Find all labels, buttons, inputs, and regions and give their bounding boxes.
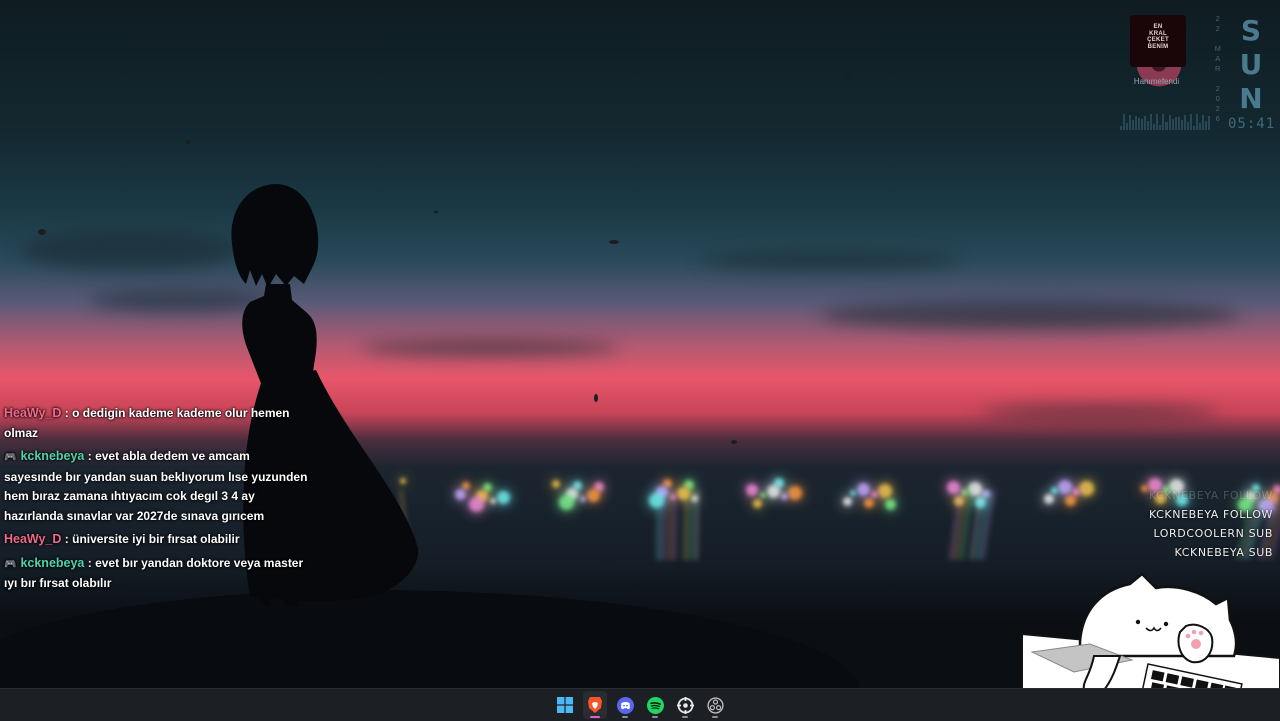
date-display: 22 MAR 2026 bbox=[1213, 14, 1223, 124]
visualizer-bar bbox=[1138, 117, 1141, 130]
date-char: 2 bbox=[1215, 104, 1221, 113]
album-text-line: BENİM bbox=[1147, 43, 1169, 50]
date-char: 2 bbox=[1215, 24, 1221, 33]
visualizer-bar bbox=[1141, 118, 1144, 130]
visualizer-bar bbox=[1126, 122, 1129, 130]
chat-text: üniversite iyi bir fırsat olabilir bbox=[72, 532, 240, 546]
alert-entry: LORDCOOLERN SUB bbox=[1153, 527, 1273, 540]
obs-taskbar-button[interactable] bbox=[703, 691, 727, 719]
alert-entry: KCKNEBEYA FOLLOW bbox=[1148, 489, 1273, 502]
visualizer-bar bbox=[1129, 114, 1132, 130]
alert-entry: KCKNEBEYA FOLLOW bbox=[1148, 508, 1273, 521]
album-cover-text: EN KRAL ÇEKET BENİM bbox=[1140, 24, 1176, 50]
running-indicator bbox=[590, 716, 600, 718]
chat-separator: : bbox=[84, 555, 96, 570]
date-char: 2 bbox=[1215, 14, 1221, 23]
alert-entry: KCKNEBEYA SUB bbox=[1174, 546, 1273, 559]
visualizer-bar bbox=[1120, 126, 1123, 130]
chat-username: kcknebeya bbox=[20, 449, 85, 463]
running-indicator bbox=[682, 716, 688, 718]
visualizer-bar bbox=[1192, 125, 1195, 130]
visualizer-bar bbox=[1135, 116, 1138, 130]
taskbar-pinned-apps bbox=[553, 689, 727, 721]
obs-icon bbox=[706, 696, 724, 714]
visualizer-bar bbox=[1144, 115, 1147, 130]
discord-taskbar-button[interactable] bbox=[613, 691, 637, 719]
steam-icon bbox=[676, 696, 694, 714]
visualizer-bar bbox=[1204, 120, 1207, 130]
chat-username: HeaWy_D bbox=[4, 532, 62, 546]
chat-message: 🎮 kcknebeya : evet bır yandan doktore vey… bbox=[4, 554, 309, 594]
visualizer-bar bbox=[1207, 116, 1210, 130]
clock-time: 05:41 bbox=[1228, 116, 1276, 132]
visualizer-bar bbox=[1198, 123, 1201, 130]
album-cover[interactable]: EN KRAL ÇEKET BENİM bbox=[1130, 15, 1186, 67]
weekday-char: U bbox=[1239, 48, 1263, 81]
stream-alerts: KCKNEBEYA FOLLOW KCKNEBEYA FOLLOW LORDCOOL… bbox=[1149, 486, 1273, 562]
date-char bbox=[1213, 74, 1223, 84]
taskbar bbox=[0, 688, 1280, 721]
chat-separator: : bbox=[84, 449, 96, 463]
running-indicator bbox=[712, 716, 718, 718]
chat-message: 🎮 kcknebeya : evet abla dedem ve amcam sa… bbox=[4, 447, 309, 526]
date-char: M bbox=[1214, 44, 1222, 53]
chat-separator: : bbox=[61, 532, 73, 546]
date-char: R bbox=[1215, 64, 1221, 73]
gamepad-badge-icon: 🎮 bbox=[4, 452, 17, 463]
visualizer-bar bbox=[1156, 114, 1159, 130]
chat-separator: : bbox=[61, 406, 73, 420]
chat-message: HeaWy_D : o dedigin kademe kademe olur h… bbox=[4, 404, 309, 443]
visualizer-bar bbox=[1189, 114, 1192, 130]
visualizer-bar bbox=[1168, 115, 1171, 130]
discord-icon bbox=[616, 696, 634, 714]
artist-name: Hanımefendi bbox=[1133, 77, 1180, 86]
audio-visualizer bbox=[1120, 112, 1210, 130]
visualizer-bar bbox=[1165, 121, 1168, 130]
date-char: 2 bbox=[1215, 84, 1221, 93]
visualizer-bar bbox=[1177, 116, 1180, 130]
visualizer-bar bbox=[1171, 118, 1174, 130]
visualizer-bar bbox=[1180, 119, 1183, 130]
visualizer-bar bbox=[1174, 117, 1177, 130]
running-indicator bbox=[622, 716, 628, 718]
visualizer-bar bbox=[1186, 122, 1189, 130]
visualizer-bar bbox=[1201, 114, 1204, 130]
steam-taskbar-button[interactable] bbox=[673, 691, 697, 719]
visualizer-bar bbox=[1183, 115, 1186, 130]
visualizer-bar bbox=[1195, 114, 1198, 130]
brave-browser-icon bbox=[587, 696, 603, 714]
date-char: 0 bbox=[1215, 94, 1221, 103]
spotify-icon bbox=[646, 696, 664, 714]
chat-message: HeaWy_D : üniversite iyi bir fırsat olab… bbox=[4, 530, 309, 550]
chat-username: kcknebeya bbox=[20, 555, 85, 570]
windows-start-taskbar-button[interactable] bbox=[553, 691, 577, 719]
visualizer-bar bbox=[1159, 124, 1162, 130]
gamepad-badge-icon: 🎮 bbox=[4, 558, 17, 570]
weekday-char: N bbox=[1239, 82, 1263, 115]
visualizer-bar bbox=[1123, 114, 1126, 130]
visualizer-bar bbox=[1132, 120, 1135, 130]
visualizer-bar bbox=[1162, 114, 1165, 130]
visualizer-bar bbox=[1147, 121, 1150, 130]
stream-chat: HeaWy_D : o dedigin kademe kademe olur h… bbox=[4, 404, 309, 598]
visualizer-bar bbox=[1153, 124, 1156, 130]
weekday-display: SUN bbox=[1236, 14, 1266, 116]
windows-start-icon bbox=[557, 697, 573, 713]
date-char: A bbox=[1215, 54, 1221, 63]
spotify-taskbar-button[interactable] bbox=[643, 691, 667, 719]
chat-username: HeaWy_D bbox=[4, 406, 62, 420]
weekday-char: S bbox=[1240, 14, 1262, 47]
running-indicator bbox=[652, 716, 658, 718]
date-char: 6 bbox=[1215, 114, 1221, 123]
brave-browser-taskbar-button[interactable] bbox=[583, 691, 607, 719]
visualizer-bar bbox=[1150, 114, 1153, 130]
date-char bbox=[1213, 34, 1223, 44]
